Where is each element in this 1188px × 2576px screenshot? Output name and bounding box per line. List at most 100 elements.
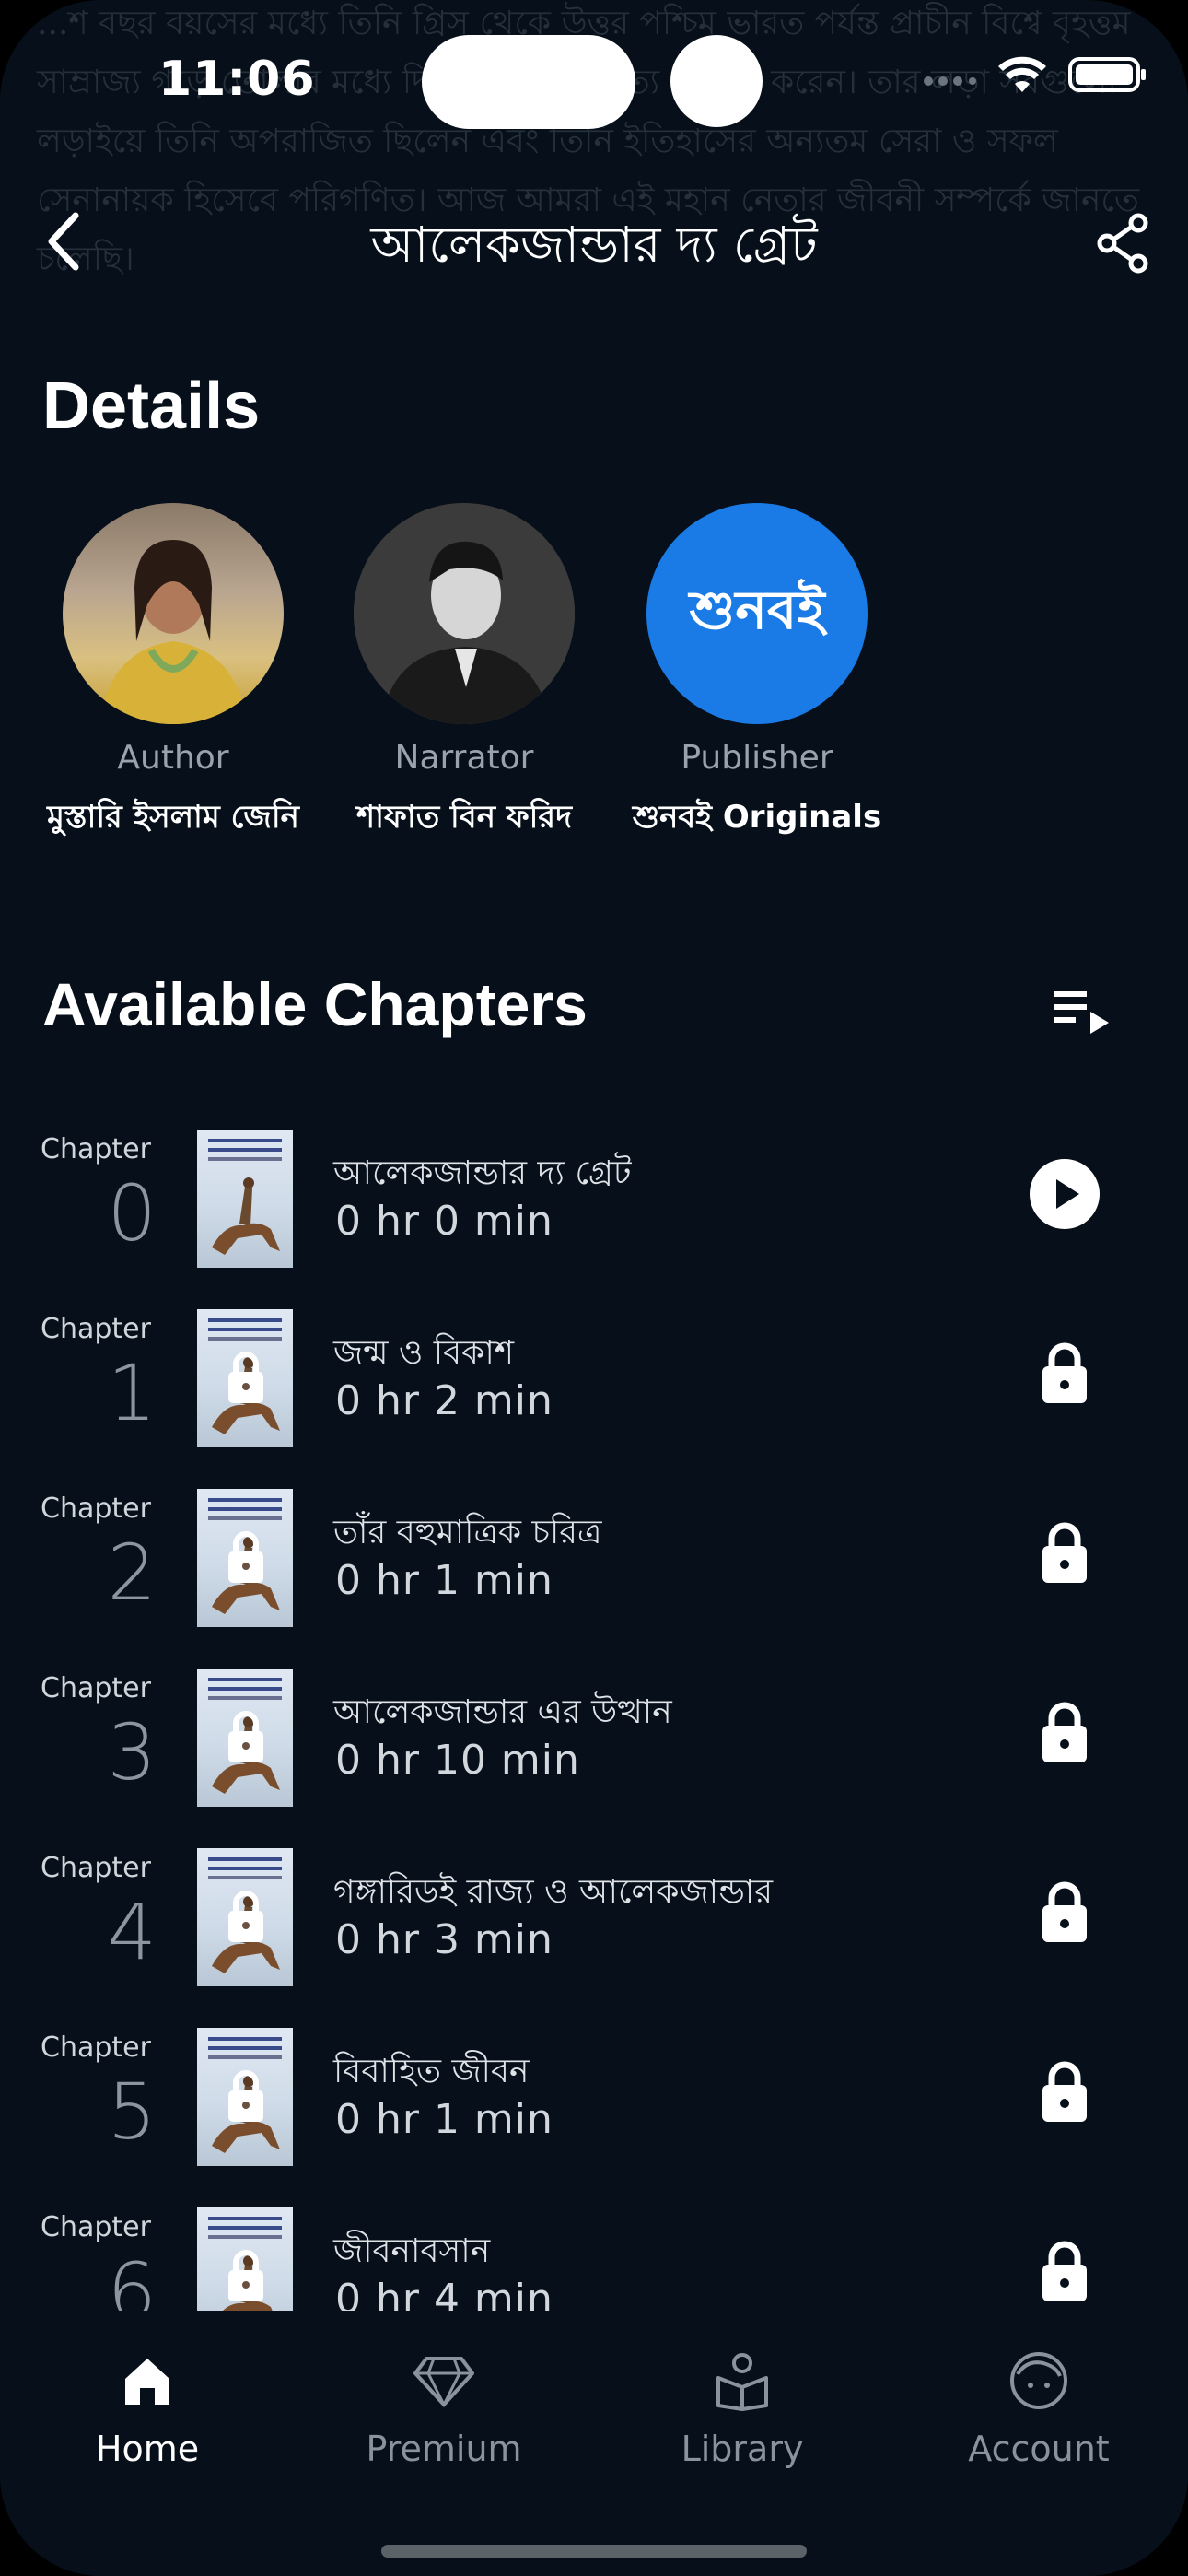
chapter-title: গঙ্গারিডই রাজ্য ও আলেকজান্ডার [333,1873,774,1911]
chapter-number: 5 [107,2067,157,2157]
chapter-label: Chapter [41,1852,151,1884]
chapter-row[interactable]: Chapter 6 জীবনাবসান 0 hr 4 min [0,2189,1188,2320]
lock-icon [1042,2061,1087,2122]
locked-chapter-button[interactable] [1028,1516,1101,1590]
chapter-title: জন্ম ও বিকাশ [333,1334,515,1372]
wifi-icon [998,56,1046,92]
lock-icon [1042,1342,1087,1403]
chapter-label: Chapter [41,1493,151,1525]
publisher-name: শুনবই Originals [632,799,882,836]
cover-lock-icon [228,2070,263,2122]
playlist-icon[interactable] [1050,984,1114,1039]
locked-chapter-button[interactable] [1028,1876,1101,1950]
bottom-navigation: Home Premium Library Account [0,2311,1188,2576]
dynamic-island [422,35,635,129]
chapter-row[interactable]: Chapter 0 আলেকজান্ডার দ্য গ্রেট 0 hr 0 min [0,1111,1188,1292]
author-avatar [63,503,284,724]
chapter-cover [197,1309,293,1447]
chapter-list: Chapter 0 আলেকজান্ডার দ্য গ্রেট 0 hr 0 min C… [0,1111,1188,2320]
publisher-logo-text: শুনবই [689,578,825,641]
play-chapter-button[interactable] [1028,1157,1101,1231]
publisher-logo: শুনবই [646,503,868,724]
chapter-cover [197,1489,293,1627]
battery-icon [1068,57,1146,92]
chapter-row[interactable]: Chapter 3 আলেকজান্ডার এর উত্থান 0 hr 10 min [0,1650,1188,1831]
chapter-row[interactable]: Chapter 4 গঙ্গারিডই রাজ্য ও আলেকজান্ডার 0 h… [0,1830,1188,2010]
nav-home[interactable]: Home [37,2344,258,2469]
locked-chapter-button[interactable] [1028,1337,1101,1411]
chapter-duration: 0 hr 10 min [335,1737,580,1784]
cover-lock-icon [228,2250,263,2301]
chapter-number: 0 [107,1168,157,1259]
lock-icon [1042,2241,1087,2301]
chapter-title: তাঁর বহুমাত্রিক চরিত্র [333,1514,602,1551]
chapter-label: Chapter [41,2032,151,2064]
author-card[interactable]: Author মুস্তারি ইসলাম জেনি [26,503,320,846]
nav-premium-label: Premium [366,2429,522,2469]
chapter-duration: 0 hr 2 min [335,1377,553,1424]
nav-library-label: Library [681,2429,804,2469]
publisher-card[interactable]: শুনবই Publisher শুনবই Originals [610,503,904,846]
lock-icon [1042,1702,1087,1762]
camera-cutout [670,35,763,127]
cover-lock-icon [228,1531,263,1583]
chapter-label: Chapter [41,1133,151,1165]
chapter-duration: 0 hr 1 min [335,2096,553,2143]
nav-account[interactable]: Account [928,2344,1149,2469]
library-icon [716,2353,768,2411]
narrator-card[interactable]: Narrator শাফাত বিন ফরিদ [317,503,611,846]
nav-account-label: Account [968,2429,1110,2469]
chapter-number: 4 [107,1887,157,1977]
cover-lock-icon [228,1352,263,1403]
chapter-cover [197,1130,293,1268]
chapter-label: Chapter [41,1672,151,1704]
chapter-title: আলেকজান্ডার দ্য গ্রেট [333,1154,632,1192]
play-button-icon [1030,1159,1100,1229]
chapter-duration: 0 hr 0 min [335,1198,553,1245]
details-heading: Details [42,369,261,443]
author-role-label: Author [117,739,229,777]
cover-lock-icon [228,1711,263,1762]
share-icon[interactable] [1094,210,1153,275]
page-title: আলেকজান্ডার দ্য গ্রেট [370,216,818,274]
chapter-row[interactable]: Chapter 5 বিবাহিত জীবন 0 hr 1 min [0,2009,1188,2190]
diamond-icon [413,2357,474,2408]
chapter-label: Chapter [41,2211,151,2243]
account-icon [1010,2352,1067,2409]
status-icons [921,55,1147,94]
book-cover-art [212,1177,280,1255]
chapters-heading: Available Chapters [42,970,588,1038]
chapter-title: বিবাহিত জীবন [333,2053,530,2090]
nav-home-label: Home [95,2429,200,2469]
nav-premium[interactable]: Premium [333,2344,554,2469]
chapter-row[interactable]: Chapter 1 জন্ম ও বিকাশ 0 hr 2 min [0,1291,1188,1471]
cellular-icon [924,76,976,86]
cover-lock-icon [228,1891,263,1942]
narrator-avatar [354,503,575,724]
chapter-cover [197,1669,293,1807]
lock-icon [1042,1522,1087,1583]
author-name: মুস্তারি ইসলাম জেনি [47,799,299,836]
chapter-title: আলেকজান্ডার এর উত্থান [333,1693,672,1731]
chapter-number: 1 [107,1348,157,1438]
chapter-cover [197,2207,293,2320]
narrator-name: শাফাত বিন ফরিদ [356,799,572,836]
home-icon [125,2359,169,2405]
locked-chapter-button[interactable] [1028,2235,1101,2309]
nav-library[interactable]: Library [632,2344,853,2469]
locked-chapter-button[interactable] [1028,2055,1101,2129]
locked-chapter-button[interactable] [1028,1696,1101,1770]
chapter-cover [197,2028,293,2166]
app-screen: ...শ বছর বয়সের মধ্যে তিনি গ্রিস থেকে উত… [0,0,1188,2576]
status-time: 11:06 [158,52,316,107]
top-bar: আলেকজান্ডার দ্য গ্রেট [0,175,1188,313]
chapter-number: 6 [107,2246,157,2320]
narrator-role-label: Narrator [394,739,534,777]
chapter-cover [197,1848,293,1986]
home-indicator [381,2545,807,2558]
author-photo [99,540,247,724]
chapter-duration: 0 hr 1 min [335,1557,553,1604]
chapter-duration: 0 hr 3 min [335,1916,553,1963]
chapter-title: জীবনাবসান [333,2232,491,2270]
chapter-row[interactable]: Chapter 2 তাঁর বহুমাত্রিক চরিত্র 0 hr 1 min [0,1470,1188,1651]
